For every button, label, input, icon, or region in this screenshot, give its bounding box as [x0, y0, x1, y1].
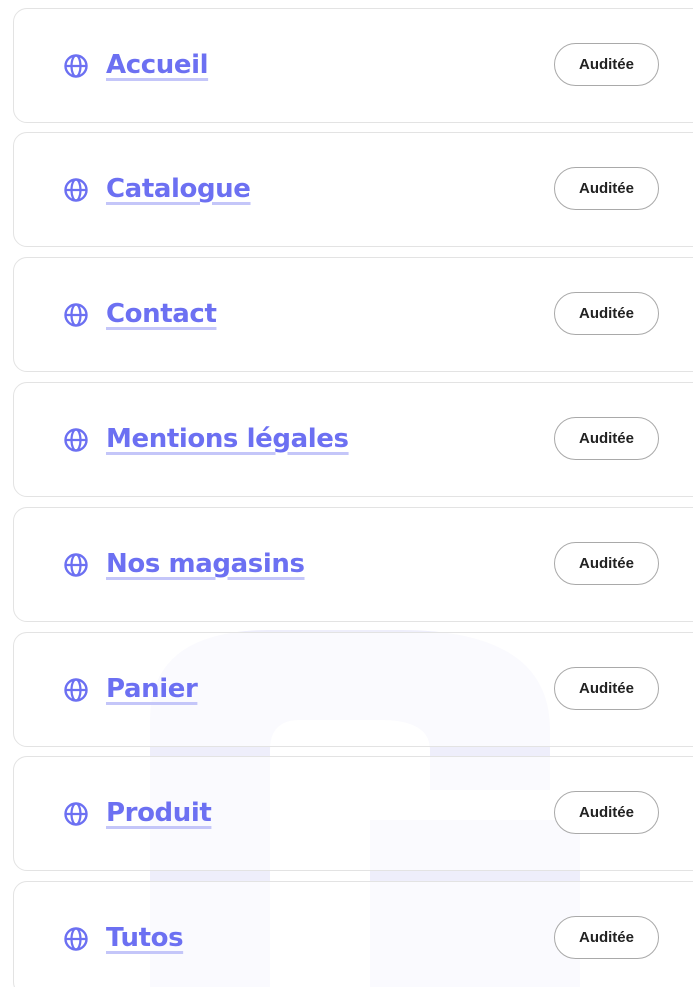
page-link-contact[interactable]: Contact [106, 294, 217, 334]
status-badge: Auditée [554, 791, 659, 834]
globe-icon [63, 677, 89, 703]
page-card: Nos magasins Auditée [13, 507, 693, 622]
status-badge: Auditée [554, 417, 659, 460]
page-card: Contact Auditée [13, 257, 693, 372]
globe-icon [63, 427, 89, 453]
globe-icon [63, 926, 89, 952]
page-card: Tutos Auditée [13, 881, 693, 987]
globe-icon [63, 552, 89, 578]
status-badge: Auditée [554, 916, 659, 959]
status-badge: Auditée [554, 292, 659, 335]
status-badge: Auditée [554, 667, 659, 710]
page-link-tutos[interactable]: Tutos [106, 918, 184, 958]
page-list-panel: Accueil Auditée Catalogue Auditée Contac… [0, 0, 693, 987]
page-card: Produit Auditée [13, 756, 693, 871]
page-link-panier[interactable]: Panier [106, 669, 198, 709]
page-link-nos-magasins[interactable]: Nos magasins [106, 544, 305, 584]
page-card: Catalogue Auditée [13, 132, 693, 247]
page-link-accueil[interactable]: Accueil [106, 45, 209, 85]
globe-icon [63, 801, 89, 827]
status-badge: Auditée [554, 542, 659, 585]
page-link-catalogue[interactable]: Catalogue [106, 169, 251, 209]
page-card: Mentions légales Auditée [13, 382, 693, 497]
globe-icon [63, 53, 89, 79]
page-card: Panier Auditée [13, 632, 693, 747]
status-badge: Auditée [554, 43, 659, 86]
status-badge: Auditée [554, 167, 659, 210]
globe-icon [63, 177, 89, 203]
page-card: Accueil Auditée [13, 8, 693, 123]
globe-icon [63, 302, 89, 328]
page-link-produit[interactable]: Produit [106, 793, 212, 833]
page-link-mentions-legales[interactable]: Mentions légales [106, 419, 349, 459]
